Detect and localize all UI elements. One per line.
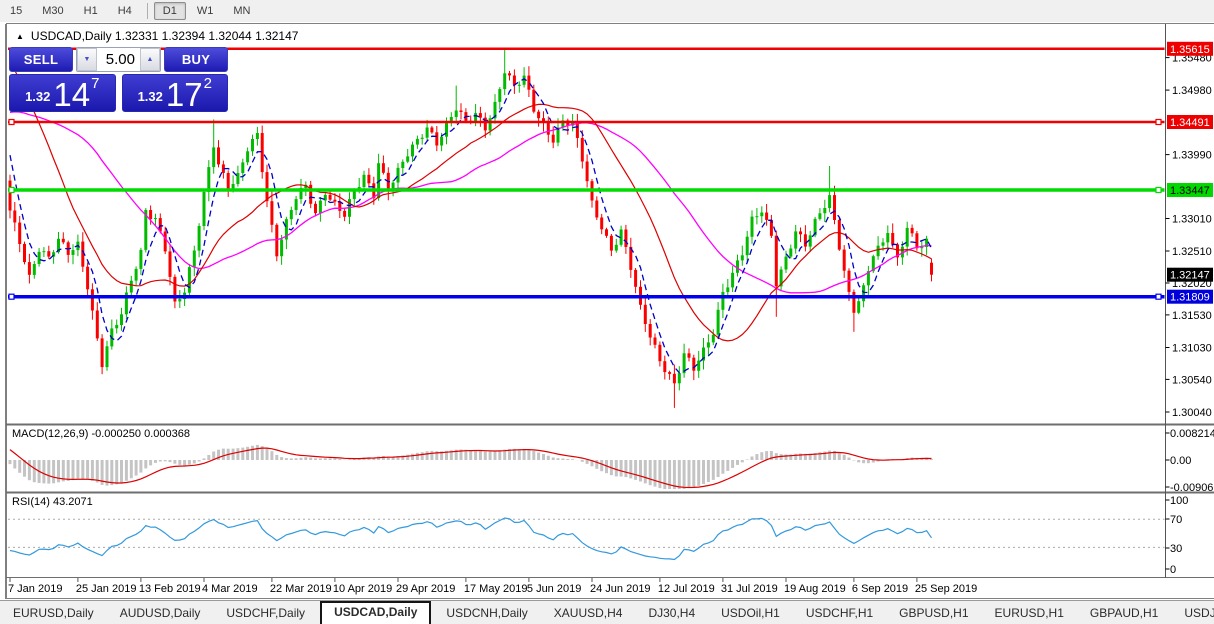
axis-label: 30 xyxy=(1170,543,1182,555)
buy-price-box[interactable]: 1.32 17 2 xyxy=(122,74,229,112)
toolbar-separator xyxy=(147,3,148,19)
chart-tab-dj30-h4[interactable]: DJ30,H4 xyxy=(635,603,708,624)
axis-label: 1.34980 xyxy=(1172,85,1212,97)
price-badge-label: 1.32147 xyxy=(1170,270,1210,282)
chart-tab-usdjp[interactable]: USDJP xyxy=(1171,603,1214,624)
chart-title: ▲ USDCAD,Daily 1.32331 1.32394 1.32044 1… xyxy=(16,29,298,43)
volume-increase-button[interactable]: ▲ xyxy=(140,48,160,71)
chart-tab-gbpaud-h1[interactable]: GBPAUD,H1 xyxy=(1077,603,1171,624)
sell-price-sup: 7 xyxy=(91,75,99,92)
chart-tab-gbpusd-h1[interactable]: GBPUSD,H1 xyxy=(886,603,981,624)
hline-anchor[interactable] xyxy=(9,120,14,125)
date-axis-label: 6 Sep 2019 xyxy=(852,583,908,595)
date-axis-label: 13 Feb 2019 xyxy=(139,583,201,595)
hline-anchor[interactable] xyxy=(9,188,14,193)
axis-label: 1.33010 xyxy=(1172,214,1212,226)
tf-button-h4[interactable]: H4 xyxy=(109,2,141,20)
axis-label: 1.31030 xyxy=(1172,343,1212,355)
sell-price-prefix: 1.32 xyxy=(25,89,50,104)
axis-label: 0.008214 xyxy=(1170,428,1214,440)
hline-anchor[interactable] xyxy=(1156,294,1161,299)
axis-label: 0.00 xyxy=(1170,455,1191,467)
chart-tab-usdchf-daily[interactable]: USDCHF,Daily xyxy=(213,603,318,624)
chart-window: 1.354801.349801.339901.330101.325101.320… xyxy=(0,22,1214,600)
chart-tab-xauusd-h4[interactable]: XAUUSD,H4 xyxy=(541,603,636,624)
sell-price-box[interactable]: 1.32 14 7 xyxy=(9,74,116,112)
date-axis-label: 25 Jan 2019 xyxy=(76,583,137,595)
buy-price-prefix: 1.32 xyxy=(138,89,163,104)
buy-button[interactable]: BUY xyxy=(164,47,228,72)
chart-tab-eurusd-h1[interactable]: EURUSD,H1 xyxy=(982,603,1077,624)
chart-title-text: USDCAD,Daily 1.32331 1.32394 1.32044 1.3… xyxy=(31,29,299,43)
date-axis-label: 5 Jun 2019 xyxy=(527,583,581,595)
tf-button-m30[interactable]: M30 xyxy=(33,2,72,20)
chart-tab-usdchf-h1[interactable]: USDCHF,H1 xyxy=(793,603,886,624)
chart-tab-usdcnh-daily[interactable]: USDCNH,Daily xyxy=(433,603,540,624)
macd-label: MACD(12,26,9) -0.000250 0.000368 xyxy=(12,428,190,440)
hline-anchor[interactable] xyxy=(1156,120,1161,125)
timeframe-toolbar: 15M30H1H4 D1W1MN xyxy=(0,0,1214,23)
date-axis-label: 29 Apr 2019 xyxy=(396,583,455,595)
date-axis-label: 22 Mar 2019 xyxy=(270,583,332,595)
buy-price-sup: 2 xyxy=(204,75,212,92)
axis-label: -0.009066 xyxy=(1170,482,1214,494)
axis-label: 70 xyxy=(1170,514,1182,526)
tf-button-h1[interactable]: H1 xyxy=(75,2,107,20)
one-click-trade-panel: SELL ▼ 5.00 ▲ BUY 1.32 14 7 1.32 17 2 xyxy=(9,47,228,112)
date-axis-label: 19 Aug 2019 xyxy=(784,583,846,595)
sell-price-big: 14 xyxy=(53,81,90,109)
chart-tab-bar: EURUSD,DailyAUDUSD,DailyUSDCHF,DailyUSDC… xyxy=(0,600,1214,624)
chart-tab-audusd-daily[interactable]: AUDUSD,Daily xyxy=(107,603,214,624)
axis-label: 1.32510 xyxy=(1172,246,1212,258)
price-badge-label: 1.35615 xyxy=(1170,44,1210,56)
date-axis-label: 17 May 2019 xyxy=(464,583,528,595)
axis-label: 1.33990 xyxy=(1172,150,1212,162)
axis-label: 0 xyxy=(1170,564,1176,576)
volume-decrease-button[interactable]: ▼ xyxy=(77,48,97,71)
hline-anchor[interactable] xyxy=(1156,188,1161,193)
axis-label: 100 xyxy=(1170,495,1188,507)
collapse-arrow-icon[interactable]: ▲ xyxy=(16,32,24,41)
date-axis-label: 4 Mar 2019 xyxy=(202,583,258,595)
volume-stepper: ▼ 5.00 ▲ xyxy=(76,47,161,72)
chart-tab-usdoil-h1[interactable]: USDOil,H1 xyxy=(708,603,793,624)
date-axis-label: 10 Apr 2019 xyxy=(333,583,392,595)
tf-button-d1[interactable]: D1 xyxy=(154,2,186,20)
hline-anchor[interactable] xyxy=(9,294,14,299)
date-axis-label: 31 Jul 2019 xyxy=(721,583,778,595)
rsi-label: RSI(14) 43.2071 xyxy=(12,496,93,508)
price-badge-label: 1.31809 xyxy=(1170,292,1210,304)
date-axis-label: 12 Jul 2019 xyxy=(658,583,715,595)
date-axis-label: 7 Jan 2019 xyxy=(8,583,62,595)
chart-tab-eurusd-daily[interactable]: EURUSD,Daily xyxy=(0,603,107,624)
date-axis-label: 25 Sep 2019 xyxy=(915,583,977,595)
sell-button[interactable]: SELL xyxy=(9,47,73,72)
price-badge-label: 1.34491 xyxy=(1170,117,1210,129)
date-axis-label: 24 Jun 2019 xyxy=(590,583,651,595)
buy-price-big: 17 xyxy=(166,81,203,109)
tf-button-15[interactable]: 15 xyxy=(1,2,31,20)
price-badge-label: 1.33447 xyxy=(1170,185,1210,197)
axis-label: 1.31530 xyxy=(1172,310,1212,322)
tf-button-mn[interactable]: MN xyxy=(224,2,259,20)
volume-value[interactable]: 5.00 xyxy=(97,48,140,71)
axis-label: 1.30540 xyxy=(1172,374,1212,386)
tf-button-w1[interactable]: W1 xyxy=(188,2,223,20)
chart-tab-usdcad-daily[interactable]: USDCAD,Daily xyxy=(320,601,431,624)
axis-label: 1.30040 xyxy=(1172,407,1212,419)
